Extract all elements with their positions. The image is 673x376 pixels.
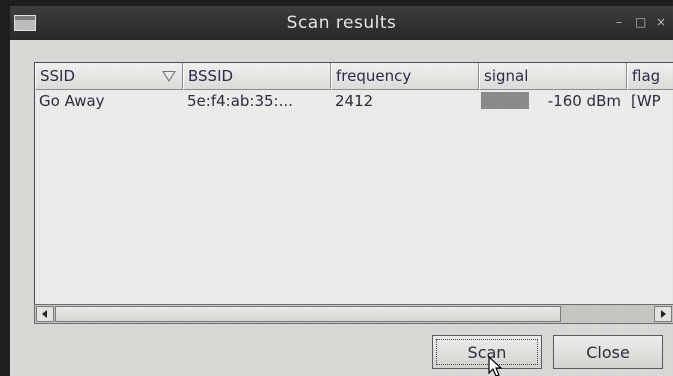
column-header-label: BSSID <box>188 67 234 85</box>
scroll-left-button[interactable] <box>36 306 54 322</box>
scan-results-window: Scan results – □ × SSID BSSID frequency … <box>10 6 673 376</box>
cell-flags: [WP <box>631 92 661 110</box>
column-header-label: signal <box>484 67 529 85</box>
cell-ssid: Go Away <box>39 92 105 110</box>
scrollbar-thumb[interactable] <box>55 306 561 322</box>
sort-descending-icon <box>162 71 176 82</box>
arrow-right-icon <box>661 310 666 318</box>
arrow-left-icon <box>42 310 47 318</box>
column-header-flags[interactable]: flag <box>627 63 673 90</box>
close-window-button[interactable]: × <box>656 14 666 30</box>
desktop: Scan results – □ × SSID BSSID frequency … <box>0 0 673 376</box>
list-rows: Go Away 5e:f4:ab:35:... 2412 -160 dBm [W… <box>35 90 673 112</box>
cell-signal: -160 dBm <box>479 90 627 112</box>
horizontal-scrollbar[interactable] <box>34 304 673 324</box>
signal-value: -160 dBm <box>547 92 621 110</box>
column-header-frequency[interactable]: frequency <box>331 63 479 90</box>
cell-frequency: 2412 <box>335 92 374 110</box>
column-header-bssid[interactable]: BSSID <box>183 63 331 90</box>
scan-button[interactable]: Scan <box>432 335 542 369</box>
column-header-label: flag <box>632 67 661 85</box>
close-button[interactable]: Close <box>553 335 663 369</box>
signal-strength-bar <box>481 92 529 109</box>
maximize-button[interactable]: □ <box>635 14 646 30</box>
column-header-ssid[interactable]: SSID <box>35 63 183 90</box>
minimize-button[interactable]: – <box>616 14 622 30</box>
scroll-right-button[interactable] <box>654 306 672 322</box>
window-title: Scan results <box>286 13 397 33</box>
column-header-label: SSID <box>40 67 76 85</box>
column-header-signal[interactable]: signal <box>479 63 627 90</box>
column-header-label: frequency <box>336 67 412 85</box>
scan-results-list[interactable]: SSID BSSID frequency signal flag Go Away… <box>34 62 673 324</box>
cell-bssid: 5e:f4:ab:35:... <box>187 92 293 110</box>
table-row[interactable]: Go Away 5e:f4:ab:35:... 2412 -160 dBm [W… <box>35 90 673 112</box>
list-header: SSID BSSID frequency signal flag <box>35 63 673 90</box>
title-bar[interactable]: Scan results – □ × <box>10 6 673 40</box>
